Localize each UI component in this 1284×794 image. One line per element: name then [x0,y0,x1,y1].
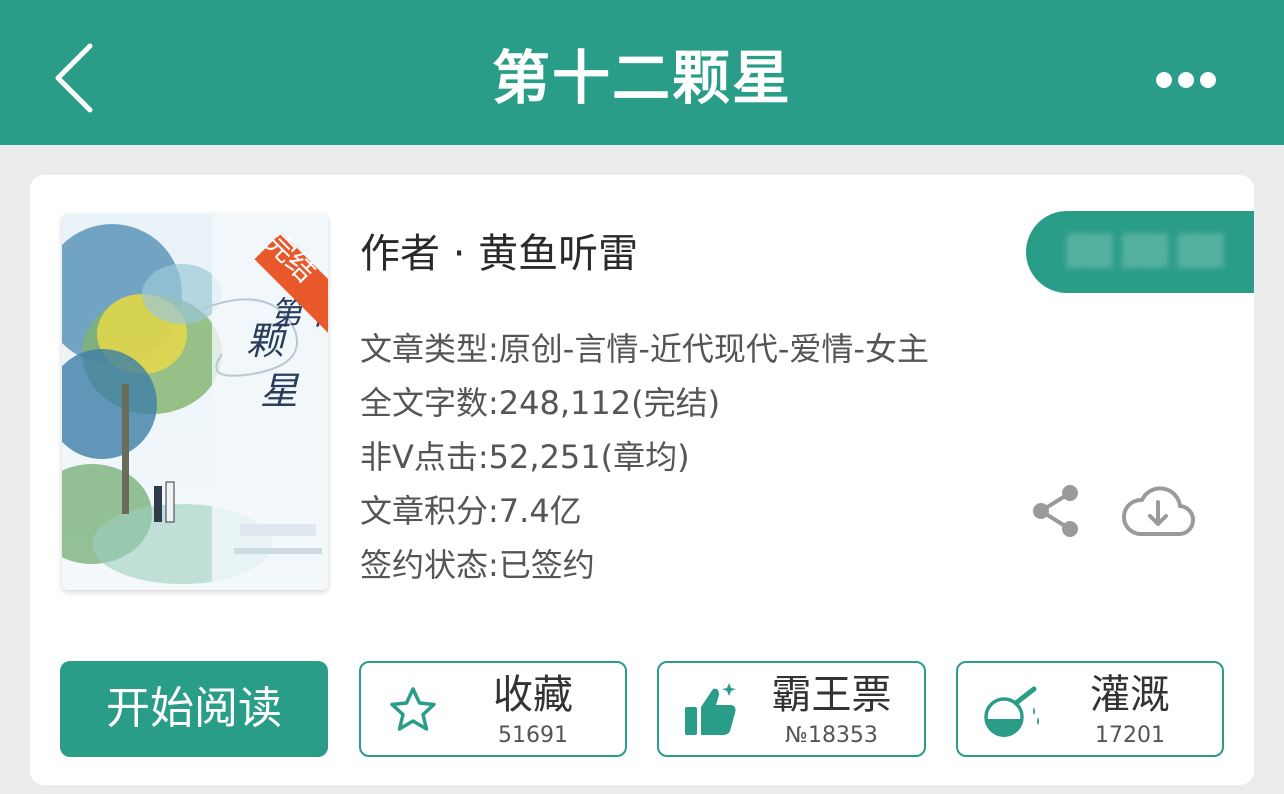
more-horizontal-icon [1156,72,1216,88]
watering-flask-icon-wrap [978,679,1042,741]
watering-flask-icon [984,686,1039,737]
water-count: 17201 [1095,723,1165,748]
info-clicks: 非Ⅴ点击:52,251(章均) [360,438,690,476]
cover-illustration: 第十 颗 星 完结 [62,214,328,590]
vote-button[interactable]: 霸王票 №18353 [657,661,926,757]
info-score: 文章积分:7.4亿 [360,492,582,530]
cloud-download-icon [1122,486,1196,537]
info-genre: 文章类型:原创-言情-近代现代-爱情-女主 [360,330,929,368]
water-label: 灌溉 [1090,672,1170,718]
vote-count: №18353 [785,723,878,748]
pill-button-blurred-text: ▓▓ ▓▓ ▓▓ [1066,234,1224,269]
pill-button[interactable]: ▓▓ ▓▓ ▓▓ [1026,211,1254,293]
cover-title-char-3: 星 [260,369,300,413]
thumbs-up-icon-wrap [679,679,743,741]
star-icon-wrap [381,679,445,741]
star-icon [390,687,436,731]
book-info-list: 文章类型:原创-言情-近代现代-爱情-女主 全文字数:248,112(完结) 非… [360,322,1040,592]
info-contract: 签约状态:已签约 [360,546,595,584]
share-button[interactable] [1030,484,1082,538]
thumbs-up-icon [685,683,736,735]
download-button[interactable] [1120,482,1196,540]
more-button[interactable] [1150,60,1222,100]
water-button[interactable]: 灌溉 17201 [956,661,1224,757]
info-word-count: 全文字数:248,112(完结) [360,384,721,422]
share-icon [1033,485,1078,537]
page-title: 第十二颗星 [491,44,792,112]
top-bar: 第十二颗星 [0,0,1284,145]
book-cover[interactable]: 第十 颗 星 完结 [62,214,328,590]
favorite-count: 51691 [498,723,568,748]
vote-label: 霸王票 [771,672,892,718]
book-author[interactable]: 作者 · 黄鱼听雷 [360,222,638,286]
favorite-label: 收藏 [493,672,573,718]
favorite-button[interactable]: 收藏 51691 [359,661,627,757]
start-reading-button[interactable]: 开始阅读 [60,661,328,757]
cover-title-char-2: 颗 [246,319,290,363]
